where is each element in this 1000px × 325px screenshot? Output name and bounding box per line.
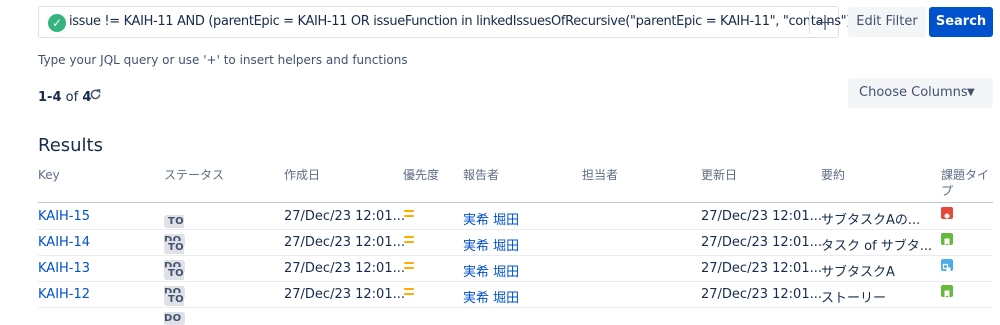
created-date: 27/Dec/23 12:01... <box>284 235 405 250</box>
result-count: 1-4 of 4 <box>38 90 91 105</box>
choose-columns-button[interactable]: Choose Columns ▼ <box>848 78 993 108</box>
created-date: 27/Dec/23 12:01... <box>284 287 405 302</box>
issue-key-link[interactable]: KAIH-14 <box>38 235 90 250</box>
issue-type-header-line1: 課題タイ <box>941 168 990 182</box>
reporter-link[interactable]: 実希 堀田 <box>463 261 519 280</box>
column-header-reporter[interactable]: 報告者 <box>463 167 499 183</box>
divider <box>809 11 810 34</box>
subtask-icon <box>941 259 953 272</box>
column-header-created[interactable]: 作成日 <box>284 167 320 183</box>
priority-medium-icon <box>404 210 414 218</box>
summary: サブタスクA <box>821 265 895 280</box>
reporter-link[interactable]: 実希 堀田 <box>463 235 519 254</box>
issue-key-link[interactable]: KAIH-13 <box>38 261 90 276</box>
table-header-divider <box>38 202 993 203</box>
jql-query-input[interactable]: ✓ issue != KAIH-11 AND (parentEpic = KAI… <box>38 6 856 38</box>
chevron-down-icon: ▼ <box>967 87 975 98</box>
updated-date: 27/Dec/23 12:01... <box>701 235 822 250</box>
row-divider <box>38 229 993 230</box>
priority-medium-icon <box>404 236 414 244</box>
row-divider <box>38 307 993 308</box>
column-header-priority[interactable]: 優先度 <box>403 167 439 183</box>
updated-date: 27/Dec/23 12:01... <box>701 261 822 276</box>
status-badge: TO DO <box>164 293 186 325</box>
story-icon <box>941 285 953 298</box>
results-heading: Results <box>38 135 103 156</box>
issue-type-header-line2: プ <box>941 184 954 198</box>
row-divider <box>38 281 993 282</box>
issue-key-link[interactable]: KAIH-15 <box>38 209 90 224</box>
summary: タスク of サブタ... <box>821 239 933 254</box>
priority-medium-icon <box>404 288 414 296</box>
refresh-icon[interactable] <box>89 88 102 105</box>
updated-date: 27/Dec/23 12:01... <box>701 209 822 224</box>
jql-query-text[interactable]: issue != KAIH-11 AND (parentEpic = KAIH-… <box>69 14 856 29</box>
column-header-updated[interactable]: 更新日 <box>701 167 737 183</box>
edit-filter-button[interactable]: Edit Filter <box>848 7 926 37</box>
summary: ストーリー <box>821 291 887 306</box>
updated-date: 27/Dec/23 12:01... <box>701 287 822 302</box>
column-header-status[interactable]: ステータス <box>164 167 224 183</box>
search-button[interactable]: Search <box>929 7 993 37</box>
priority-medium-icon <box>404 262 414 270</box>
story-icon <box>941 233 953 246</box>
column-header-assignee[interactable]: 担当者 <box>582 167 618 183</box>
row-divider <box>38 255 993 256</box>
created-date: 27/Dec/23 12:01... <box>284 209 405 224</box>
insert-helper-plus-icon[interactable]: + <box>811 7 839 37</box>
choose-columns-label: Choose Columns <box>859 85 968 100</box>
reporter-link[interactable]: 実希 堀田 <box>463 209 519 228</box>
result-range: 1-4 <box>38 90 62 105</box>
result-of: of <box>65 90 79 105</box>
created-date: 27/Dec/23 12:01... <box>284 261 405 276</box>
column-header-summary[interactable]: 要約 <box>821 167 845 183</box>
reporter-link[interactable]: 実希 堀田 <box>463 287 519 306</box>
issue-key-link[interactable]: KAIH-12 <box>38 287 90 302</box>
bug-icon <box>941 207 953 219</box>
column-header-key[interactable]: Key <box>38 167 60 183</box>
column-header-issue-type[interactable]: 課題タイ プ <box>941 167 989 199</box>
query-valid-check-icon: ✓ <box>48 14 66 32</box>
jql-hint: Type your JQL query or use '+' to insert… <box>38 53 408 67</box>
summary: サブタスクAの... <box>821 213 921 228</box>
